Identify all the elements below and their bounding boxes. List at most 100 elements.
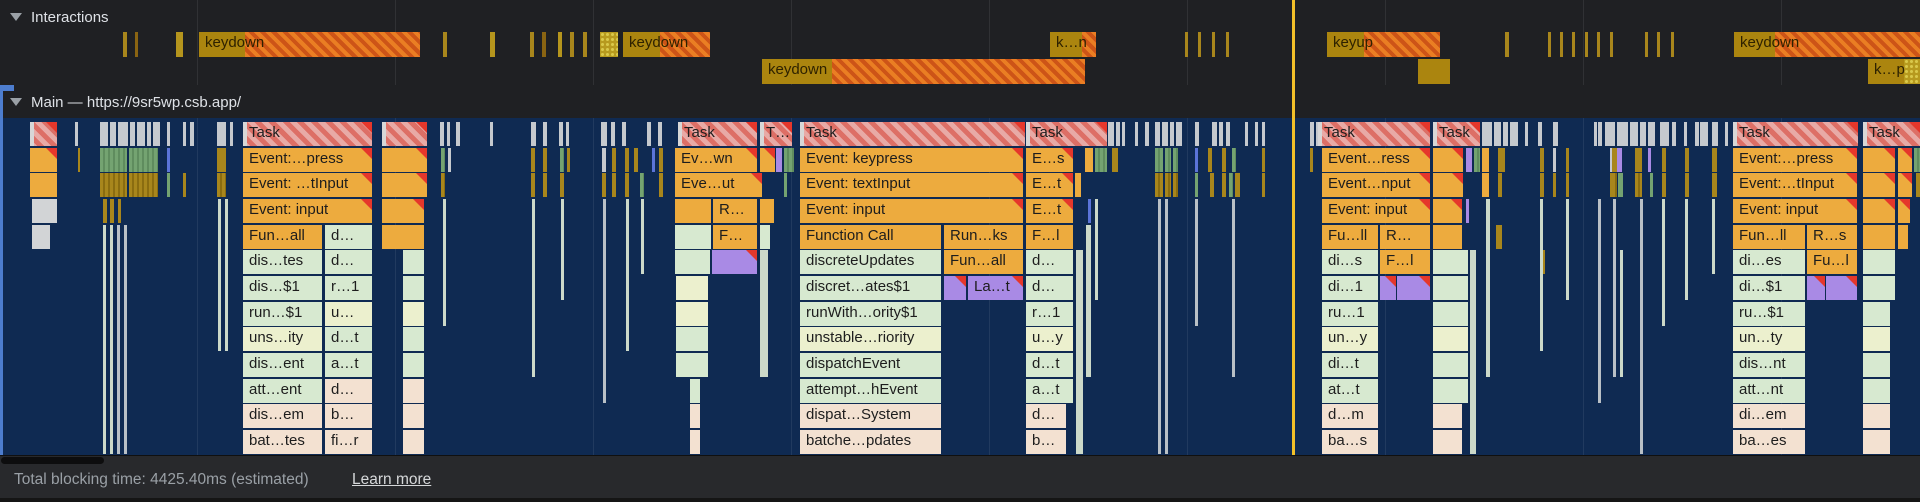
flame-bar-ru-1[interactable]: ru…1 — [1322, 302, 1378, 326]
flame-bar[interactable] — [218, 199, 221, 351]
flame-bar[interactable] — [1165, 173, 1171, 197]
flame-bar-r-1[interactable]: r…1 — [1026, 302, 1073, 326]
flame-bar[interactable] — [1470, 250, 1476, 454]
flame-bar[interactable] — [622, 122, 626, 146]
interaction-keydown[interactable]: keydown — [199, 32, 420, 57]
flame-bar[interactable] — [1498, 148, 1505, 172]
flame-bar[interactable] — [532, 199, 535, 377]
flame-bar[interactable] — [225, 199, 228, 351]
flame-bar[interactable] — [626, 199, 629, 351]
flame-bar[interactable] — [1650, 173, 1653, 197]
flame-bar-function-call[interactable]: Function Call — [800, 225, 941, 249]
flame-bar[interactable] — [690, 379, 700, 403]
flame-bar[interactable] — [103, 199, 107, 223]
flame-bar[interactable] — [1482, 173, 1489, 197]
flame-bar[interactable] — [1310, 148, 1313, 172]
flame-bar[interactable] — [1155, 173, 1163, 197]
flame-bar[interactable] — [1914, 148, 1920, 172]
flame-bar[interactable] — [1594, 122, 1597, 146]
flame-bar[interactable] — [1165, 148, 1171, 172]
flame-bar[interactable] — [1635, 173, 1642, 197]
flame-bar[interactable] — [403, 379, 424, 403]
interaction-keydown[interactable]: keydown — [1734, 32, 1920, 57]
flame-bar[interactable] — [712, 250, 757, 274]
flame-bar[interactable] — [1155, 148, 1163, 172]
flame-bar[interactable] — [659, 148, 663, 172]
flame-bar[interactable] — [1863, 404, 1890, 428]
flame-bar[interactable] — [690, 404, 700, 428]
flame-bar[interactable] — [1222, 148, 1226, 172]
flame-bar[interactable] — [784, 148, 794, 172]
flame-bar[interactable] — [1712, 173, 1717, 197]
flame-bar[interactable] — [1433, 276, 1468, 300]
flame-bar-f-l[interactable]: F…l — [1026, 225, 1073, 249]
interaction-tick[interactable] — [1645, 32, 1648, 57]
flame-bar[interactable] — [1662, 173, 1666, 197]
flame-bar-a-t[interactable]: a…t — [1026, 379, 1073, 403]
flame-bar-r[interactable]: R… — [713, 199, 757, 223]
flame-bar-run-$1[interactable]: run…$1 — [243, 302, 322, 326]
flame-bar[interactable] — [760, 148, 775, 172]
flame-bar[interactable] — [1433, 353, 1468, 377]
flame-bar[interactable] — [1219, 122, 1223, 146]
flame-bar[interactable] — [1640, 199, 1643, 454]
flame-bar-event-tinput[interactable]: Event: …tInput — [243, 173, 372, 197]
flame-bar[interactable] — [1898, 199, 1910, 223]
flame-bar[interactable] — [230, 122, 233, 146]
flame-bar[interactable] — [1076, 250, 1083, 454]
interaction-tick[interactable] — [1548, 32, 1551, 57]
flame-bar[interactable] — [1598, 122, 1602, 146]
flame-bar[interactable] — [1433, 148, 1463, 172]
flame-bar-d[interactable]: d… — [1026, 250, 1073, 274]
flame-bar[interactable] — [1433, 327, 1468, 351]
flame-bar-fun-all[interactable]: Fun…all — [944, 250, 1023, 274]
flame-bar[interactable] — [611, 122, 615, 146]
flame-bar[interactable] — [1605, 122, 1612, 146]
flame-bar[interactable] — [675, 250, 710, 274]
flame-bar[interactable] — [382, 199, 424, 223]
flame-bar-event-press[interactable]: Event:…press — [243, 148, 372, 172]
flame-bar[interactable] — [1482, 148, 1489, 172]
flame-bar[interactable] — [403, 353, 424, 377]
flame-bar[interactable] — [75, 122, 78, 146]
flame-bar-u-y[interactable]: u…y — [1026, 327, 1073, 351]
flame-bar[interactable] — [382, 122, 427, 146]
flame-bar[interactable] — [403, 430, 424, 454]
flame-bar[interactable] — [1503, 122, 1508, 146]
flame-bar[interactable] — [1695, 122, 1699, 146]
flame-bar[interactable] — [1648, 148, 1651, 172]
flame-bar[interactable] — [1640, 122, 1646, 146]
flame-bar[interactable] — [448, 148, 451, 172]
flame-bar[interactable] — [1380, 276, 1396, 300]
flame-bar[interactable] — [1598, 199, 1601, 403]
flame-bar[interactable] — [601, 122, 607, 146]
flame-bar-event-tinput[interactable]: Event:…tInput — [1733, 173, 1857, 197]
flame-bar-dispat-system[interactable]: dispat…System — [800, 404, 941, 428]
flame-bar[interactable] — [1075, 173, 1081, 197]
flame-bar[interactable] — [640, 173, 644, 197]
flame-bar[interactable] — [1863, 379, 1890, 403]
flame-bar[interactable] — [543, 173, 547, 197]
flame-bar[interactable] — [634, 148, 638, 172]
main-track-header[interactable]: Main — https://9sr5wp.csb.app/ — [10, 91, 241, 113]
flame-bar[interactable] — [137, 122, 145, 146]
flame-bar[interactable] — [690, 430, 700, 454]
flame-bar[interactable] — [612, 173, 616, 197]
flame-bar[interactable] — [543, 148, 547, 172]
flame-bar-e-s[interactable]: E…s — [1026, 148, 1073, 172]
flame-bar[interactable] — [1863, 302, 1890, 326]
flame-bar[interactable] — [944, 276, 966, 300]
flame-bar[interactable] — [675, 225, 711, 249]
flame-bar[interactable] — [1712, 199, 1715, 274]
flame-bar-d[interactable]: d… — [325, 379, 372, 403]
flame-bar-attempt-hevent[interactable]: attempt…hEvent — [800, 379, 941, 403]
flame-bar[interactable] — [1262, 173, 1265, 197]
flame-bar[interactable] — [1863, 250, 1895, 274]
flame-bar[interactable] — [676, 302, 708, 326]
flame-bar[interactable] — [1173, 173, 1178, 197]
interaction-tick[interactable] — [176, 32, 183, 57]
flame-bar[interactable] — [217, 122, 226, 146]
flame-bar[interactable] — [561, 199, 564, 300]
flame-bar-run-ks[interactable]: Run…ks — [944, 225, 1023, 249]
flame-bar[interactable] — [1195, 148, 1198, 172]
